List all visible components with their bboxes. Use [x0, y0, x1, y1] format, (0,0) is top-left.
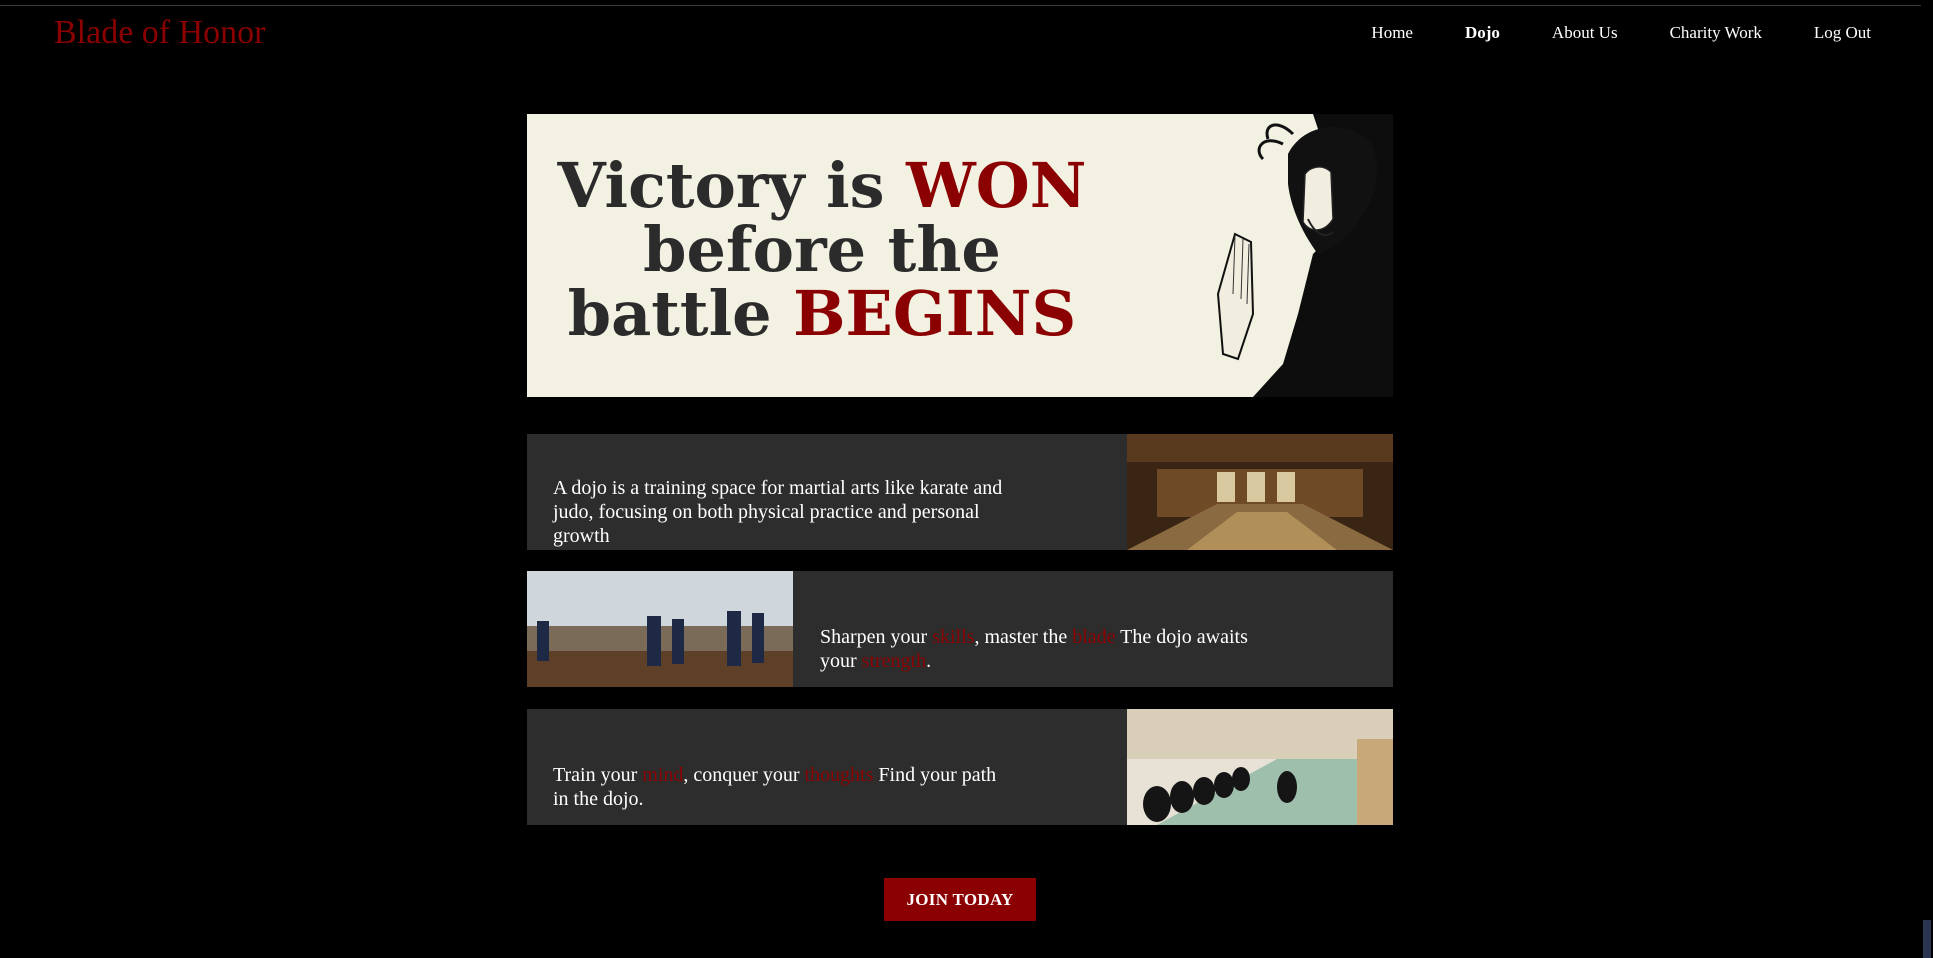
dojo-hall-image — [1127, 434, 1393, 550]
hero-line-3-accent: BEGINS — [793, 277, 1077, 350]
nav-about-us[interactable]: About Us — [1552, 23, 1618, 43]
dojo-info-card: A dojo is a training space for martial a… — [527, 434, 1393, 550]
hero-banner: Victory is WON before the battle BEGINS — [527, 114, 1393, 397]
brand-logo[interactable]: Blade of Honor — [54, 14, 266, 52]
highlight-thoughts: thoughts — [804, 764, 874, 786]
nav-home[interactable]: Home — [1371, 23, 1413, 43]
hero-line-1-accent: WON — [906, 149, 1087, 222]
sharpen-skills-text: Sharpen your skills, master the blade Th… — [820, 625, 1250, 673]
hero-line-2: before the — [643, 213, 1001, 286]
dojo-description: A dojo is a training space for martial a… — [553, 477, 1003, 547]
sharpen-text-1: Sharpen your — [820, 626, 933, 648]
highlight-blade: blade — [1072, 626, 1116, 648]
highlight-mind: mind — [642, 764, 684, 786]
nav-log-out[interactable]: Log Out — [1814, 23, 1871, 43]
train-text-2: , conquer your — [683, 764, 805, 786]
nav-dojo[interactable]: Dojo — [1465, 23, 1500, 43]
main-nav: Home Dojo About Us Charity Work Log Out — [1371, 23, 1871, 43]
train-mind-text: Train your mind, conquer your thoughts F… — [553, 763, 1013, 811]
scrollbar-thumb[interactable] — [1923, 920, 1931, 958]
hero-line-1-text: Victory is — [557, 149, 907, 222]
sharpen-text-2: , master the — [974, 626, 1073, 648]
join-today-button[interactable]: JOIN TODAY — [884, 878, 1036, 921]
highlight-strength: strength — [861, 650, 927, 672]
train-text-1: Train your — [553, 764, 643, 786]
train-mind-card: Train your mind, conquer your thoughts F… — [527, 709, 1393, 825]
hero-line-1: Victory is WON — [527, 154, 1117, 218]
hero-line-3-text: battle — [567, 277, 794, 350]
nav-charity-work[interactable]: Charity Work — [1670, 23, 1762, 43]
meditation-image — [1127, 709, 1393, 825]
highlight-skills: skills — [932, 626, 975, 648]
scrollbar-track[interactable] — [1921, 0, 1933, 958]
hero-line-3: battle BEGINS — [527, 282, 1117, 346]
top-divider — [0, 5, 1933, 6]
sharpen-skills-card: Sharpen your skills, master the blade Th… — [527, 571, 1393, 687]
sharpen-text-4: . — [926, 650, 932, 672]
kendo-practice-image — [527, 571, 793, 687]
hero-headline: Victory is WON before the battle BEGINS — [527, 154, 1117, 346]
samurai-illustration — [1216, 114, 1393, 397]
